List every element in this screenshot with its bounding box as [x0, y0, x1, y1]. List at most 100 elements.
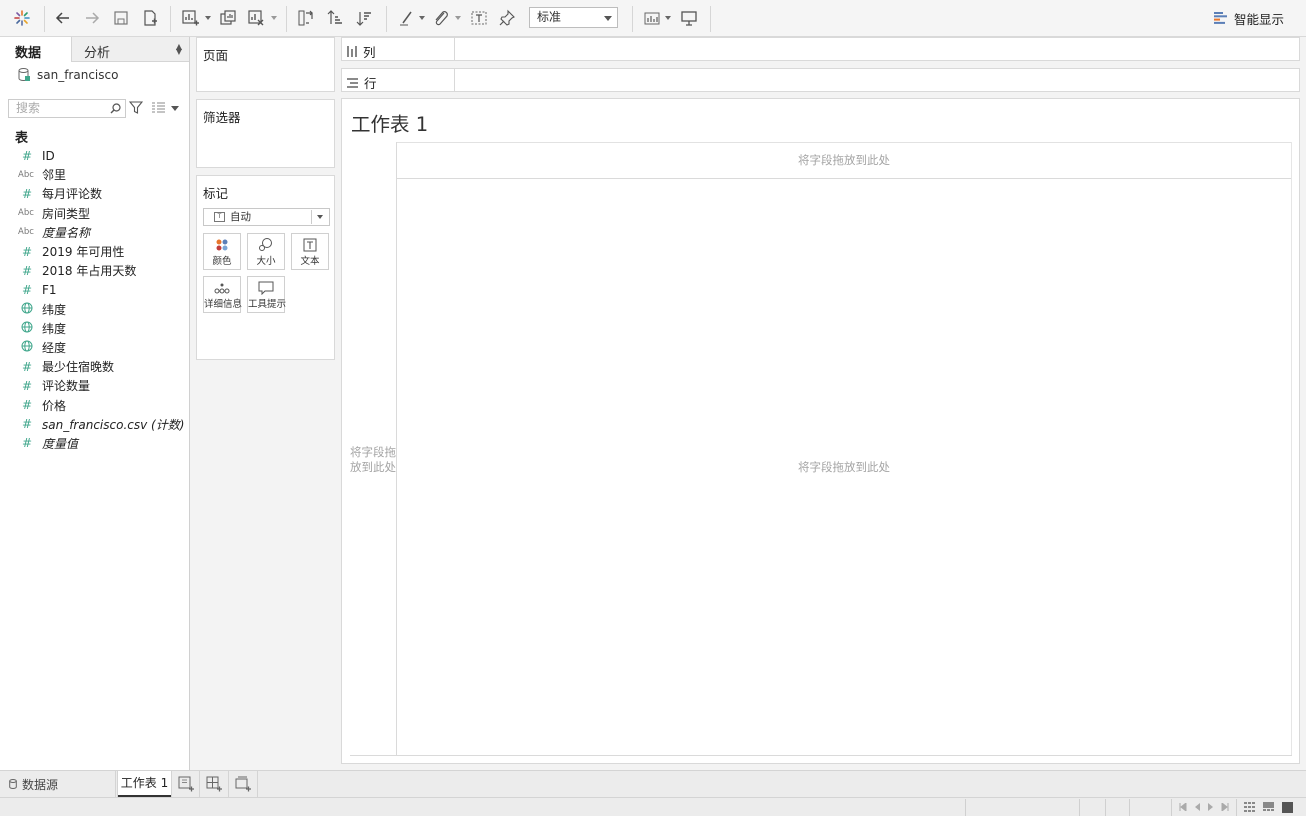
tab-data[interactable]: 数据: [0, 37, 71, 62]
marks-title: 标记: [203, 186, 229, 201]
chevron-down-icon[interactable]: [454, 14, 462, 22]
chevron-down-icon[interactable]: [204, 14, 212, 22]
new-story-icon[interactable]: [235, 776, 252, 792]
field-item[interactable]: 经度: [0, 338, 189, 357]
pages-card[interactable]: 页面: [196, 37, 335, 92]
duplicate-icon[interactable]: [218, 8, 238, 28]
list-view-icon[interactable]: [152, 102, 165, 113]
smart-show-button[interactable]: 智能显示: [1214, 9, 1284, 27]
size-button[interactable]: 大小: [247, 233, 285, 270]
field-name: 价格: [42, 398, 67, 413]
tab-analysis[interactable]: 分析 ▲ ▼: [71, 37, 189, 62]
first-page-icon[interactable]: [1179, 803, 1187, 811]
sheet-sorter-icon[interactable]: [1244, 802, 1255, 813]
new-dashboard-icon[interactable]: [206, 776, 223, 792]
tabs-view-icon[interactable]: [1282, 802, 1293, 813]
filmstrip-icon[interactable]: [1263, 802, 1274, 813]
add-datasource-icon[interactable]: [140, 8, 160, 28]
field-item[interactable]: Abc 邻里: [0, 165, 189, 184]
rows-shelf[interactable]: 行: [341, 68, 1300, 92]
field-item[interactable]: 纬度: [0, 319, 189, 338]
size-icon: [259, 238, 272, 251]
chevron-down-icon[interactable]: [270, 14, 278, 22]
search-input[interactable]: 搜索: [8, 99, 126, 118]
drop-zone-rows[interactable]: 将字段拖放到此处: [350, 445, 396, 475]
highlight-icon[interactable]: [396, 8, 416, 28]
tables-header: 表: [15, 131, 29, 146]
drop-zone-columns[interactable]: 将字段拖放到此处: [396, 153, 1292, 168]
redo-icon[interactable]: [82, 8, 102, 28]
rows-icon: [347, 77, 358, 88]
mark-type-select[interactable]: T 自动: [203, 208, 330, 226]
clear-sheet-icon[interactable]: [246, 8, 266, 28]
detail-label: 详细信息: [204, 299, 243, 310]
color-icon: [216, 239, 228, 251]
tableau-logo-icon[interactable]: [12, 8, 32, 28]
filters-card[interactable]: 筛选器: [196, 99, 335, 168]
sort-ascending-icon[interactable]: [325, 8, 345, 28]
show-cards-icon[interactable]: [642, 8, 662, 28]
sheet-title[interactable]: 工作表 1: [351, 108, 428, 137]
number-type-icon: #: [21, 398, 33, 413]
field-item[interactable]: # 评论数量: [0, 376, 189, 395]
marks-card: 标记 T 自动 颜色 大小 文本 详细信息 工具提示: [196, 175, 335, 360]
chevron-down-icon[interactable]: [171, 106, 179, 111]
field-name: 2018 年占用天数: [42, 264, 137, 279]
number-type-icon: #: [21, 359, 33, 374]
field-item[interactable]: Abc 房间类型: [0, 204, 189, 223]
text-button[interactable]: 文本: [291, 233, 329, 270]
undo-icon[interactable]: [53, 8, 73, 28]
field-item[interactable]: # san_francisco.csv (计数): [0, 415, 189, 434]
string-type-icon: Abc: [18, 208, 34, 219]
field-item[interactable]: # 价格: [0, 395, 189, 414]
columns-shelf[interactable]: 列: [341, 37, 1300, 61]
tab-datasource[interactable]: 数据源: [0, 771, 116, 797]
field-list: # ID Abc 邻里 # 每月评论数 Abc 房间类型 Abc 度量名称 #2019 年可用性 #2…: [0, 146, 189, 453]
field-item[interactable]: #2019 年可用性: [0, 242, 189, 261]
datasource-item[interactable]: san_francisco: [18, 68, 118, 82]
sort-descending-icon[interactable]: [354, 8, 374, 28]
updown-arrow-icon: ▲ ▼: [175, 42, 182, 56]
labels-icon[interactable]: [469, 8, 489, 28]
worksheet-view: 工作表 1 将字段拖放到此处 将字段拖放到此处 将字段拖放到此处: [341, 98, 1300, 764]
field-item[interactable]: 纬度: [0, 300, 189, 319]
group-icon[interactable]: [431, 8, 451, 28]
save-icon[interactable]: [111, 8, 131, 28]
rows-shelf-label: 行: [347, 73, 377, 92]
new-worksheet-icon[interactable]: [180, 8, 200, 28]
color-button[interactable]: 颜色: [203, 233, 241, 270]
chevron-down-icon[interactable]: [664, 14, 672, 22]
detail-button[interactable]: 详细信息: [203, 276, 243, 313]
status-bar: [0, 797, 1306, 816]
drop-zone-center[interactable]: 将字段拖放到此处: [396, 460, 1292, 475]
filter-icon[interactable]: [129, 101, 143, 114]
field-item[interactable]: # 每月评论数: [0, 184, 189, 203]
field-name: F1: [42, 282, 57, 297]
prev-page-icon[interactable]: [1194, 803, 1200, 811]
pin-icon[interactable]: [497, 8, 517, 28]
presentation-icon[interactable]: [679, 8, 699, 28]
tooltip-button[interactable]: 工具提示: [247, 276, 286, 313]
field-item[interactable]: # ID: [0, 146, 189, 165]
number-type-icon: #: [21, 263, 33, 278]
field-item[interactable]: # 最少住宿晚数: [0, 357, 189, 376]
field-item[interactable]: #2018 年占用天数: [0, 261, 189, 280]
swap-icon[interactable]: [296, 8, 316, 28]
field-name: 经度: [42, 340, 67, 355]
field-item[interactable]: # 度量值: [0, 434, 189, 453]
tab-sheet1[interactable]: 工作表 1: [117, 771, 172, 797]
next-page-icon[interactable]: [1208, 803, 1214, 811]
field-item[interactable]: Abc 度量名称: [0, 223, 189, 242]
tab-analysis-label: 分析: [84, 46, 111, 61]
fit-select[interactable]: 标准: [529, 7, 618, 28]
field-name: san_francisco.csv (计数): [42, 417, 185, 432]
field-item[interactable]: # F1: [0, 280, 189, 299]
last-page-icon[interactable]: [1221, 803, 1229, 811]
globe-icon: [19, 302, 35, 317]
field-name: 2019 年可用性: [42, 245, 125, 260]
chevron-down-icon[interactable]: [418, 14, 426, 22]
field-name: 邻里: [42, 168, 67, 183]
new-worksheet-icon[interactable]: [178, 776, 195, 792]
field-name: 房间类型: [42, 206, 91, 221]
search-icon: [110, 103, 121, 114]
